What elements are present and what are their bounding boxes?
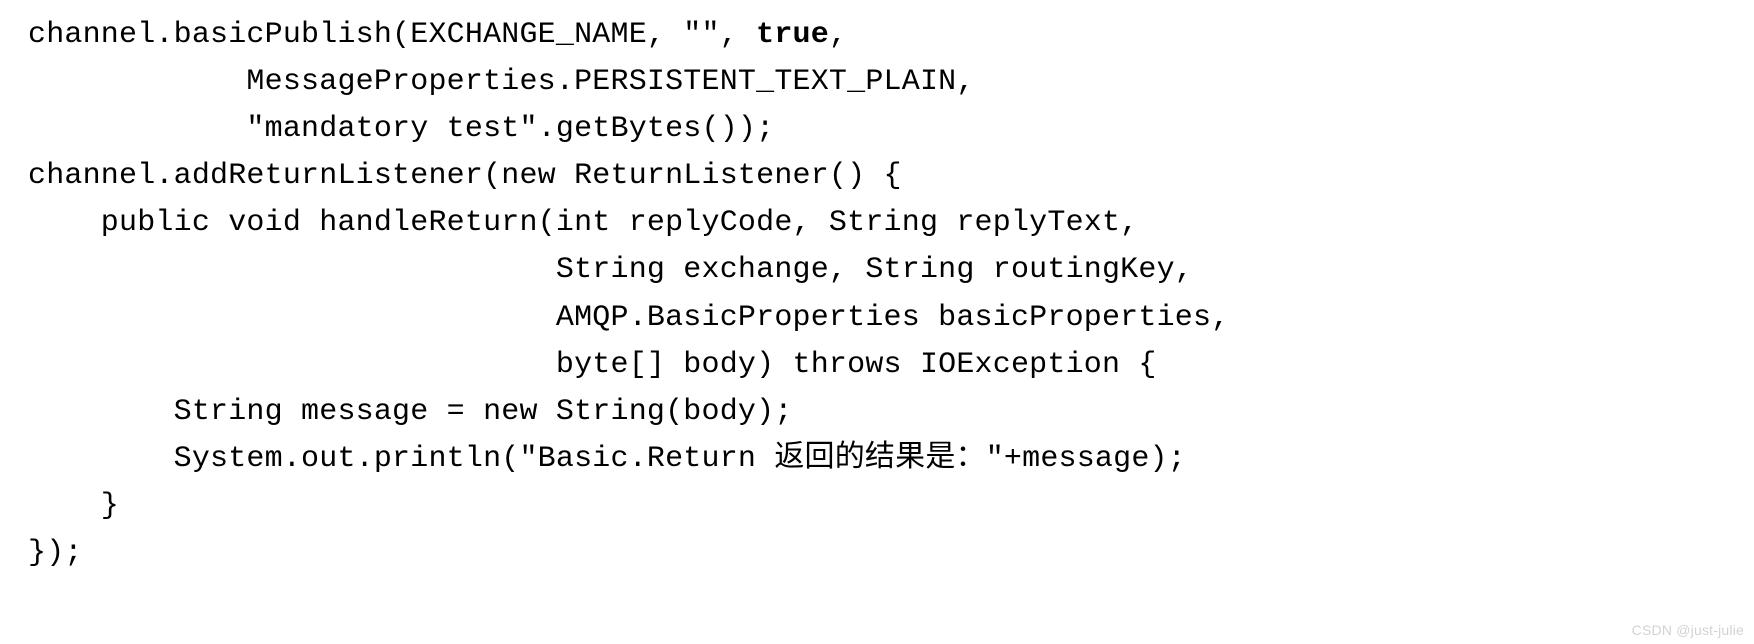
watermark-text: CSDN @just-julie — [1632, 622, 1744, 638]
code-block: channel.basicPublish(EXCHANGE_NAME, "", … — [0, 0, 1754, 577]
code-text: , — [829, 18, 847, 52]
code-line-5: public void handleReturn(int replyCode, … — [28, 206, 1138, 240]
code-line-9: String message = new String(body); — [28, 395, 793, 429]
code-line-12: }); — [28, 536, 83, 570]
code-line-1: channel.basicPublish(EXCHANGE_NAME, "", … — [28, 18, 847, 52]
code-line-7: AMQP.BasicProperties basicProperties, — [28, 301, 1229, 335]
code-line-3: "mandatory test".getBytes()); — [28, 112, 774, 146]
code-text: channel.basicPublish(EXCHANGE_NAME, "", — [28, 18, 756, 52]
code-line-8: byte[] body) throws IOException { — [28, 348, 1157, 382]
code-line-6: String exchange, String routingKey, — [28, 253, 1193, 287]
code-line-11: } — [28, 489, 119, 523]
keyword-true: true — [756, 18, 829, 52]
code-line-4: channel.addReturnListener(new ReturnList… — [28, 159, 902, 193]
code-line-10: System.out.println("Basic.Return 返回的结果是：… — [28, 442, 1186, 476]
code-line-2: MessageProperties.PERSISTENT_TEXT_PLAIN, — [28, 65, 975, 99]
